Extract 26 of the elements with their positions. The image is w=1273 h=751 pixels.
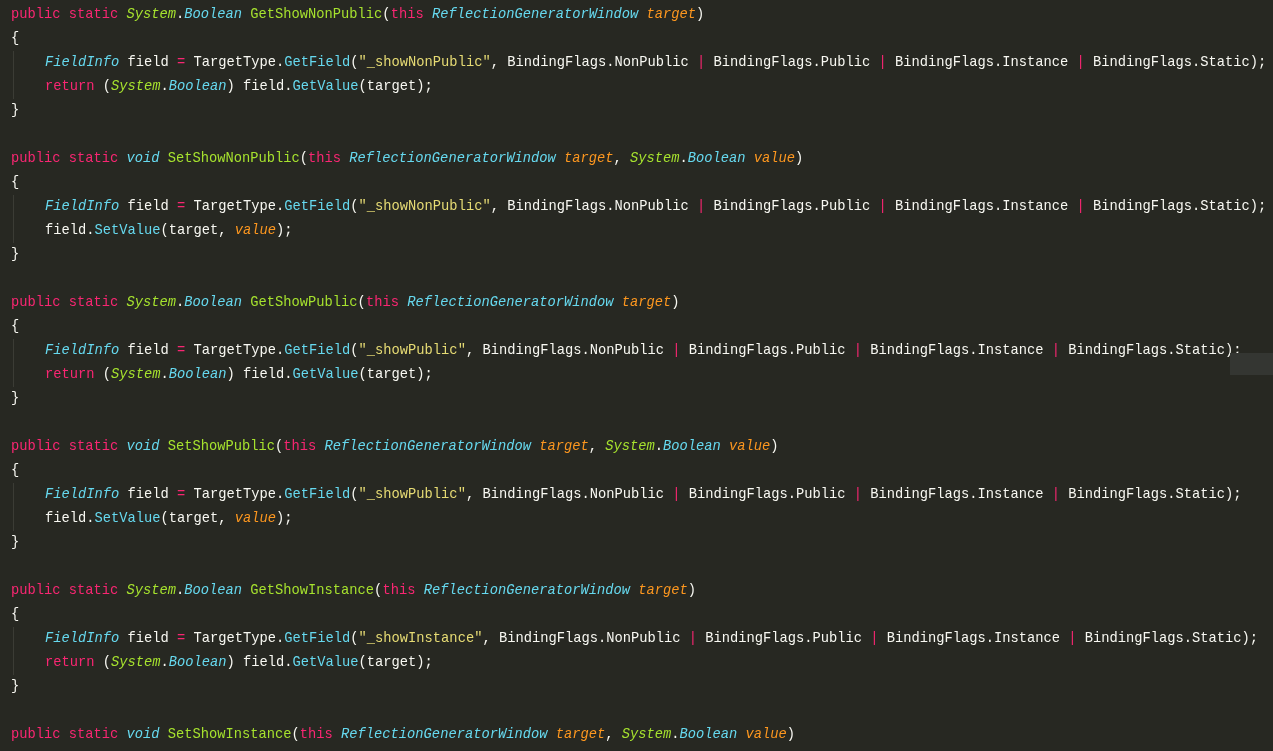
code-line: FieldInfo field = TargetType.GetField("_showNonPublic", BindingFlags.NonPublic | BindingFlags.Public | BindingFlags.Instance | BindingFlags.Static); bbox=[45, 199, 1267, 214]
code-line: } bbox=[11, 103, 20, 118]
code-line: } bbox=[11, 391, 20, 406]
code-line: { bbox=[11, 463, 20, 478]
code-line: public static System.Boolean GetShowInstance(this ReflectionGeneratorWindow target) bbox=[11, 583, 696, 598]
code-line: FieldInfo field = TargetType.GetField("_showPublic", BindingFlags.NonPublic | BindingFlags.Public | BindingFlags.Instance | BindingFlags.Static); bbox=[45, 487, 1242, 502]
code-line: public static System.Boolean GetShowNonPublic(this ReflectionGeneratorWindow target) bbox=[11, 7, 705, 22]
code-line: public static void SetShowInstance(this ReflectionGeneratorWindow target, System.Boolean value) bbox=[11, 727, 795, 742]
code-line: public static void SetShowPublic(this ReflectionGeneratorWindow target, System.Boolean value) bbox=[11, 439, 779, 454]
code-line: FieldInfo field = TargetType.GetField("_showInstance", BindingFlags.NonPublic | BindingFlags.Public | BindingFlags.Instance | BindingFlags.Static); bbox=[45, 631, 1259, 646]
code-line: } bbox=[11, 247, 20, 262]
code-line: { bbox=[11, 607, 20, 622]
code-line: return (System.Boolean) field.GetValue(target); bbox=[45, 655, 433, 670]
code-line: } bbox=[11, 535, 20, 550]
code-line: { bbox=[11, 31, 20, 46]
code-line: FieldInfo field = TargetType.GetField("_showPublic", BindingFlags.NonPublic | BindingFlags.Public | BindingFlags.Instance | BindingFlags.Static); bbox=[45, 343, 1242, 358]
code-line: public static System.Boolean GetShowPublic(this ReflectionGeneratorWindow target) bbox=[11, 295, 680, 310]
code-line: public static void SetShowNonPublic(this ReflectionGeneratorWindow target, System.Boolean value) bbox=[11, 151, 804, 166]
code-line: return (System.Boolean) field.GetValue(target); bbox=[45, 367, 433, 382]
code-line: FieldInfo field = TargetType.GetField("_showNonPublic", BindingFlags.NonPublic | BindingFlags.Public | BindingFlags.Instance | BindingFlags.Static); bbox=[45, 55, 1267, 70]
code-line: field.SetValue(target, value); bbox=[45, 511, 293, 526]
code-line: } bbox=[11, 679, 20, 694]
code-line: field.SetValue(target, value); bbox=[45, 223, 293, 238]
code-line: { bbox=[11, 319, 20, 334]
code-line: return (System.Boolean) field.GetValue(target); bbox=[45, 79, 433, 94]
code-line: { bbox=[11, 175, 20, 190]
